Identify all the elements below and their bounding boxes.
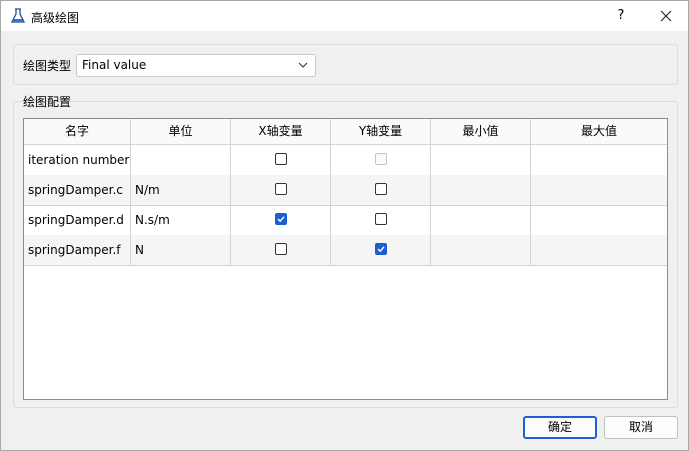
y-axis-checkbox[interactable]: [375, 213, 387, 225]
cell-unit: N: [131, 235, 231, 265]
cell-max[interactable]: [531, 175, 667, 205]
flask-icon: [10, 8, 26, 24]
header-min[interactable]: 最小值: [431, 119, 531, 144]
y-axis-cell: [331, 235, 431, 265]
table-header: 名字 单位 X轴变量 Y轴变量 最小值 最大值: [24, 119, 667, 145]
cell-max[interactable]: [531, 235, 667, 265]
plot-type-value: Final value: [82, 58, 147, 72]
x-axis-cell: [231, 205, 331, 235]
x-axis-checkbox[interactable]: [275, 183, 287, 195]
cell-min[interactable]: [431, 205, 531, 235]
cell-unit: N/m: [131, 175, 231, 205]
table-row[interactable]: springDamper.d N.s/m: [24, 205, 667, 236]
cell-name: iteration number: [24, 145, 131, 175]
ok-button[interactable]: 确定: [523, 416, 597, 439]
cell-min[interactable]: [431, 175, 531, 205]
x-axis-cell: [231, 145, 331, 175]
table-row[interactable]: iteration number: [24, 145, 667, 176]
cell-name: springDamper.c: [24, 175, 131, 205]
cell-unit: N.s/m: [131, 205, 231, 235]
y-axis-cell: [331, 145, 431, 175]
cell-max[interactable]: [531, 205, 667, 235]
table-row[interactable]: springDamper.c N/m: [24, 175, 667, 206]
plot-config-title: 绘图配置: [23, 95, 72, 109]
title-bar: 高级绘图 ?: [1, 1, 688, 31]
advanced-plot-dialog: 高级绘图 ? 绘图类型 Final value 绘图配置 名字 单位 X轴变量 …: [0, 0, 689, 451]
y-axis-checkbox[interactable]: [375, 183, 387, 195]
header-y-axis[interactable]: Y轴变量: [331, 119, 431, 144]
close-button[interactable]: [649, 4, 683, 28]
plot-type-group: 绘图类型 Final value: [13, 44, 678, 85]
cancel-button[interactable]: 取消: [604, 416, 678, 439]
table-row[interactable]: springDamper.f N: [24, 235, 667, 266]
window-title: 高级绘图: [31, 11, 80, 25]
cell-name: springDamper.d: [24, 205, 131, 235]
cell-max[interactable]: [531, 145, 667, 175]
y-axis-checkbox: [375, 153, 387, 165]
cell-min[interactable]: [431, 235, 531, 265]
x-axis-cell: [231, 175, 331, 205]
header-max[interactable]: 最大值: [531, 119, 667, 144]
cell-min[interactable]: [431, 145, 531, 175]
plot-config-table: 名字 单位 X轴变量 Y轴变量 最小值 最大值 iteration number…: [23, 118, 668, 400]
x-axis-checkbox[interactable]: [275, 243, 287, 255]
cell-name: springDamper.f: [24, 235, 131, 265]
chevron-down-icon: [298, 62, 308, 68]
x-axis-checkbox[interactable]: [275, 153, 287, 165]
header-name[interactable]: 名字: [24, 119, 131, 144]
plot-type-label: 绘图类型: [23, 59, 72, 73]
header-unit[interactable]: 单位: [131, 119, 231, 144]
y-axis-cell: [331, 175, 431, 205]
cell-unit: [131, 145, 231, 175]
close-icon: [660, 10, 672, 22]
plot-type-dropdown[interactable]: Final value: [76, 54, 316, 77]
help-button[interactable]: ?: [606, 4, 636, 28]
x-axis-checkbox[interactable]: [275, 213, 287, 225]
x-axis-cell: [231, 235, 331, 265]
y-axis-checkbox[interactable]: [375, 243, 387, 255]
y-axis-cell: [331, 205, 431, 235]
header-x-axis[interactable]: X轴变量: [231, 119, 331, 144]
